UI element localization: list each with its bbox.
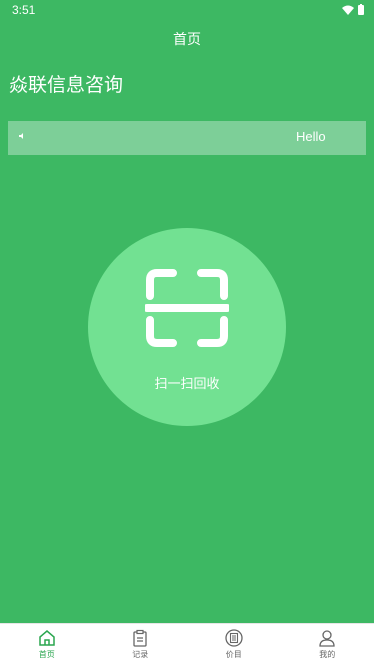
speaker-icon — [18, 132, 26, 142]
scan-button[interactable]: 扫一扫回收 — [88, 228, 286, 426]
status-icons — [342, 4, 364, 15]
clipboard-icon — [133, 629, 147, 647]
nav-item-prices[interactable]: 价目 — [187, 624, 281, 665]
status-time: 3:51 — [12, 3, 36, 17]
user-icon — [319, 630, 335, 647]
scan-label: 扫一扫回收 — [154, 377, 220, 392]
status-bar: 3:51 — [0, 0, 374, 22]
wifi-icon — [342, 5, 354, 15]
nav-item-records[interactable]: 记录 — [94, 624, 188, 665]
company-name: 焱联信息咨询 — [9, 74, 124, 96]
page-title: 首页 — [173, 32, 201, 48]
nav-label-home: 首页 — [38, 650, 55, 659]
nav-label-prices: 价目 — [225, 650, 242, 659]
nav-label-records: 记录 — [132, 650, 149, 659]
title-bar: 首页 — [0, 22, 374, 56]
home-icon — [39, 630, 55, 646]
list-circle-icon — [225, 629, 243, 647]
notice-bar[interactable]: Hello — [8, 121, 366, 155]
nav-item-mine[interactable]: 我的 — [281, 624, 374, 665]
battery-icon — [358, 4, 364, 15]
nav-item-home[interactable]: 首页 — [0, 624, 94, 665]
notice-text: Hello — [296, 129, 326, 144]
scan-icon — [145, 269, 229, 347]
nav-label-mine: 我的 — [319, 650, 336, 659]
bottom-nav: 首页 记录 价目 我的 — [0, 623, 374, 665]
